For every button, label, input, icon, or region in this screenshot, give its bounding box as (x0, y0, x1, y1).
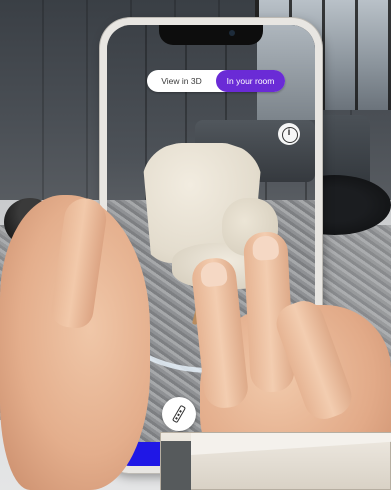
ruler-icon (171, 404, 187, 424)
view-mode-toggle[interactable]: View in 3D In your room (147, 70, 285, 92)
room-inset-photo (160, 432, 391, 490)
info-glyph: i (287, 127, 291, 138)
info-icon[interactable]: i (278, 123, 300, 145)
phone-notch (159, 25, 263, 45)
fingernail (199, 261, 229, 288)
inset-ceiling (191, 433, 391, 455)
inset-wall-shadow (161, 441, 191, 490)
measure-button[interactable] (162, 397, 196, 431)
in-your-room-option[interactable]: In your room (216, 70, 285, 92)
view-in-3d-option[interactable]: View in 3D (147, 70, 216, 92)
fingernail (252, 235, 280, 261)
camera-icon (229, 30, 235, 36)
